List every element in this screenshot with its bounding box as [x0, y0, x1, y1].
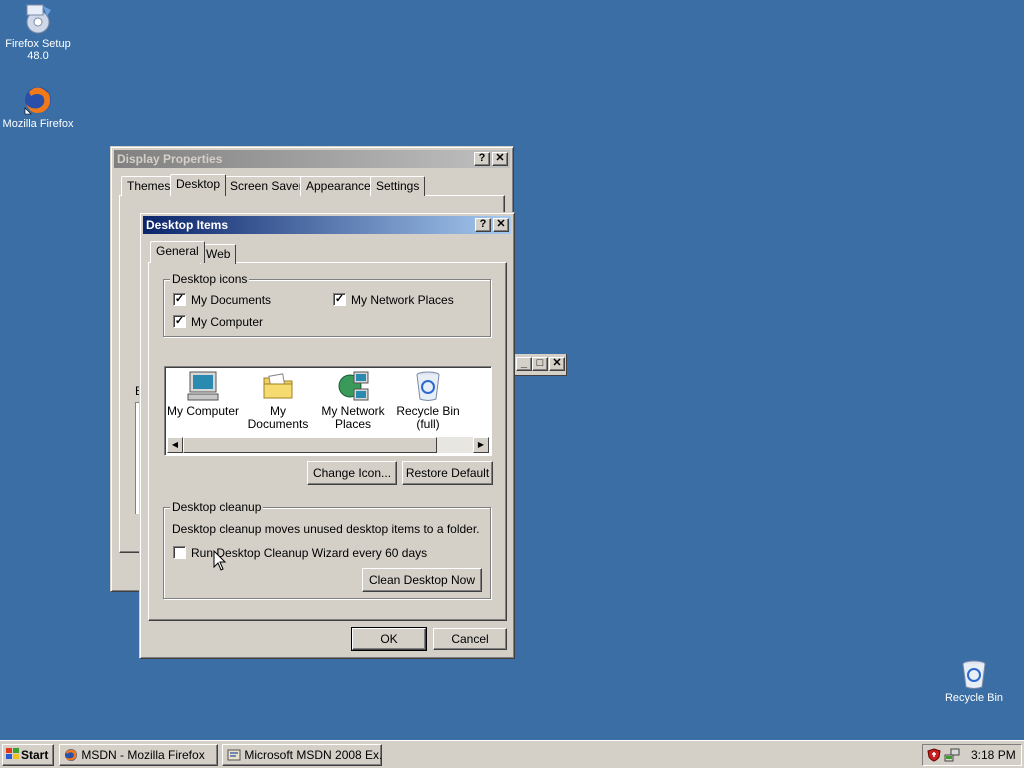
taskbar-button-firefox[interactable]: MSDN - Mozilla Firefox	[59, 744, 218, 766]
tab-screen-saver[interactable]: Screen Saver	[224, 176, 309, 196]
list-item-my-documents[interactable]: My Documents	[240, 370, 316, 431]
my-network-places-label: My Network Places	[351, 293, 454, 307]
window-title: Display Properties	[117, 152, 223, 166]
tab-desktop[interactable]: Desktop	[170, 174, 227, 196]
folder-icon	[263, 373, 293, 399]
list-item-label: (full)	[416, 417, 440, 431]
group-legend: Desktop cleanup	[170, 500, 264, 514]
network-places-icon	[338, 371, 369, 401]
recycle-bin-icon	[962, 660, 986, 689]
recycle-bin-icon	[486, 370, 492, 402]
mouse-cursor-icon	[213, 550, 227, 571]
installer-icon	[26, 4, 51, 34]
list-item-recycle-bin-empty-partial[interactable]: Re (	[465, 370, 492, 431]
group-legend: Desktop icons	[170, 272, 250, 286]
help-button[interactable]: ?	[475, 218, 491, 232]
maximize-button[interactable]: □	[532, 357, 548, 371]
desktop-items-dialog: Desktop Items ? ✕ General Web Desktop ic…	[139, 212, 515, 659]
scroll-right-button[interactable]: ▶	[473, 437, 489, 453]
help-button[interactable]: ?	[474, 152, 490, 166]
tab-settings[interactable]: Settings	[370, 176, 426, 196]
my-documents-label: My Documents	[191, 293, 272, 307]
taskbar-button-label: MSDN - Mozilla Firefox	[81, 748, 205, 762]
horizontal-scrollbar[interactable]: ◀ ▶	[167, 437, 489, 453]
start-label: Start	[21, 748, 49, 762]
system-tray: 3:18 PM	[922, 744, 1022, 766]
list-item-label: Recycle Bin	[396, 404, 460, 418]
clock[interactable]: 3:18 PM	[971, 748, 1016, 762]
taskbar-button-label: Microsoft MSDN 2008 Ex...	[244, 748, 382, 762]
list-item-my-network-places[interactable]: My Network Places	[315, 370, 391, 431]
scroll-left-button[interactable]: ◀	[167, 437, 183, 453]
desktop-icon-label: Firefox Setup	[5, 38, 71, 50]
taskbar-button-msdn[interactable]: Microsoft MSDN 2008 Ex...	[222, 744, 382, 766]
desktop-icon-list[interactable]: My Computer My Documents My Network Plac…	[164, 366, 492, 456]
firefox-icon	[24, 87, 51, 115]
tab-general[interactable]: General	[150, 241, 205, 263]
clean-desktop-now-button[interactable]: Clean Desktop Now	[362, 568, 482, 592]
list-item-label: My Computer	[166, 404, 240, 418]
start-button[interactable]: Start	[2, 744, 54, 766]
my-network-places-checkbox[interactable]: ✓	[333, 293, 346, 306]
scroll-thumb[interactable]	[183, 437, 437, 453]
title-bar[interactable]: Desktop Items ? ✕	[143, 216, 511, 234]
msdn-help-icon	[227, 749, 241, 761]
my-computer-label: My Computer	[191, 315, 264, 329]
network-icon[interactable]	[944, 748, 960, 762]
minimize-button[interactable]: _	[516, 357, 532, 371]
desktop-icon-mozilla-firefox[interactable]: Mozilla Firefox	[0, 84, 78, 130]
ok-button[interactable]: OK	[351, 627, 427, 651]
list-item-label: My Documents	[247, 404, 309, 431]
close-button[interactable]: ✕	[492, 152, 508, 166]
change-icon-button[interactable]: Change Icon...	[307, 461, 397, 485]
desktop-icon-label: Recycle Bin	[944, 692, 1004, 704]
close-button[interactable]: ✕	[549, 357, 565, 371]
windows-logo-icon	[6, 748, 19, 759]
firefox-icon	[65, 749, 77, 761]
list-item-label: Places	[334, 417, 372, 431]
computer-icon	[187, 371, 219, 401]
window-title: Desktop Items	[146, 218, 229, 232]
my-computer-checkbox[interactable]: ✓	[173, 315, 186, 328]
desktop-icon-label: Mozilla Firefox	[2, 118, 74, 130]
tab-themes[interactable]: Themes	[121, 176, 177, 196]
cleanup-wizard-checkbox[interactable]	[173, 546, 186, 559]
taskbar: Start MSDN - Mozilla Firefox Microsoft M…	[0, 740, 1024, 768]
list-item-recycle-bin-full[interactable]: Recycle Bin (full)	[390, 370, 466, 431]
desktop-icon-firefox-setup[interactable]: Firefox Setup 48.0	[0, 2, 78, 62]
close-button[interactable]: ✕	[493, 218, 509, 232]
desktop-icon-recycle-bin[interactable]: Recycle Bin	[934, 658, 1014, 704]
restore-default-button[interactable]: Restore Default	[402, 461, 493, 485]
recycle-bin-full-icon	[416, 371, 440, 401]
tab-web[interactable]: Web	[200, 244, 237, 264]
my-documents-checkbox[interactable]: ✓	[173, 293, 186, 306]
title-bar[interactable]: Display Properties ? ✕	[114, 150, 510, 168]
security-shield-icon[interactable]	[927, 748, 941, 762]
list-item-my-computer[interactable]: My Computer	[165, 370, 241, 418]
background-window-controls: _ □ ✕	[512, 354, 567, 376]
tab-appearance[interactable]: Appearance	[300, 176, 377, 196]
cancel-button[interactable]: Cancel	[433, 628, 507, 650]
desktop-icon-label: 48.0	[27, 50, 49, 62]
list-item-label: My Network	[321, 404, 385, 418]
cleanup-description: Desktop cleanup moves unused desktop ite…	[172, 522, 480, 536]
